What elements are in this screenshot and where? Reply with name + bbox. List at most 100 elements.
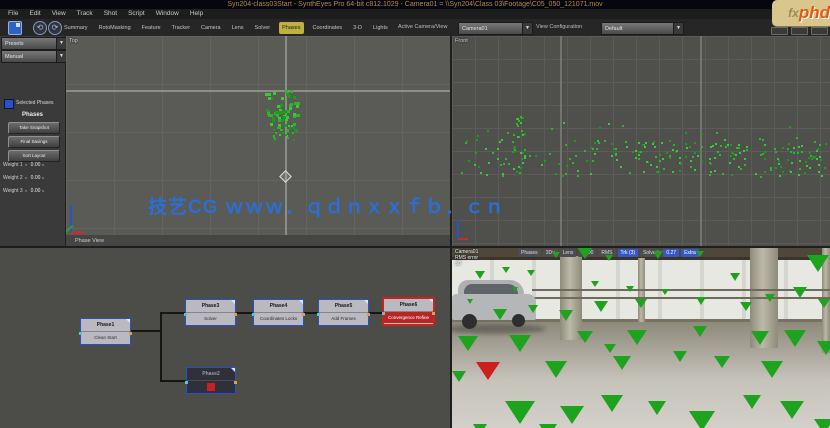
spin-right-icon[interactable]: ▸ [42,162,44,167]
weight-value[interactable]: 0.00 [31,175,41,181]
tracker-triangle-green[interactable] [627,330,647,345]
tracker-triangle-green[interactable] [552,252,560,258]
tab-lights[interactable]: Lights [371,23,390,33]
tracker-triangle-green[interactable] [807,255,829,272]
tab-phases[interactable]: Phases [279,22,303,34]
badge-button[interactable] [791,27,808,35]
tracker-triangle-green[interactable] [577,331,593,343]
tracker-triangle-green[interactable] [559,310,573,321]
hud-button-lens[interactable]: Lens [560,249,577,257]
tracker-triangle-red[interactable] [476,362,500,380]
tracker-triangle-green[interactable] [539,424,557,428]
tracker-triangle-green[interactable] [689,411,715,428]
tracker-triangle-green[interactable] [673,351,687,362]
tracker-triangle-green[interactable] [714,356,730,368]
tracker-triangle-green[interactable] [743,395,761,409]
final-savings-button[interactable]: Final Savings [8,136,60,148]
tab-lens[interactable]: Lens [230,23,246,33]
tab-3-d[interactable]: 3-D [351,23,364,33]
hud-button-trk-3[interactable]: Trk (3) [618,249,639,257]
menu-help[interactable]: Help [190,9,203,19]
tracker-triangle-green[interactable] [613,356,631,370]
tracker-triangle-green[interactable] [512,287,518,292]
spin-left-icon[interactable]: ◂ [25,162,27,167]
tracker-triangle-green[interactable] [577,247,593,259]
take-snapshot-button[interactable]: Take Snapshot [8,122,60,134]
hud-button-phases[interactable]: Phases [518,249,541,257]
tracker-triangle-green[interactable] [818,299,830,308]
preset-dropdown[interactable]: Presets ▼ [1,37,67,50]
viewport-front[interactable]: Front [452,36,830,247]
tracker-triangle-green[interactable] [560,406,584,424]
tracker-triangle-green[interactable] [696,251,704,257]
tracker-triangle-green[interactable] [502,267,510,273]
phase-node-phase5[interactable]: Phase5Add Frames [318,299,369,326]
selected-phases-checkbox[interactable] [4,99,14,109]
spin-left-icon[interactable]: ◂ [25,188,27,193]
tracker-triangle-green[interactable] [817,341,830,355]
tracker-triangle-green[interactable] [661,289,669,295]
tab-camera[interactable]: Camera [199,23,223,33]
menu-window[interactable]: Window [156,9,179,19]
tracker-triangle-green[interactable] [635,299,647,308]
tab-coordinates[interactable]: Coordinates [311,23,345,33]
phase-node-phase3[interactable]: Phase3Solver [185,299,236,326]
phase-node-phase1[interactable]: Phase1Clean Start [80,318,131,345]
badge-button[interactable] [771,27,788,35]
menu-file[interactable]: File [8,9,18,19]
menu-shot[interactable]: Shot [104,9,117,19]
redo-icon[interactable]: ⟳ [48,21,62,35]
menu-edit[interactable]: Edit [29,9,40,19]
menu-view[interactable]: View [52,9,66,19]
tracker-triangle-green[interactable] [626,286,634,292]
tracker-triangle-green[interactable] [751,331,769,345]
active-camera-dropdown[interactable]: Camera01 ▼ [458,22,533,35]
spin-left-icon[interactable]: ◂ [25,175,27,180]
tab-rotomasking[interactable]: RotoMasking [97,23,133,33]
tab-feature[interactable]: Feature [140,23,163,33]
view-config-dropdown[interactable]: Default ▼ [601,22,684,35]
tab-tracker[interactable]: Tracker [170,23,192,33]
undo-icon[interactable]: ⟲ [33,21,47,35]
hud-button-0-27[interactable]: 0.27 [663,249,679,257]
tracker-triangle-green[interactable] [505,401,535,424]
tracker-triangle-green[interactable] [545,361,567,378]
new-scene-icon[interactable] [8,21,22,35]
mode-dropdown[interactable]: Manual ▼ [1,50,67,63]
tracker-triangle-green[interactable] [594,301,608,312]
tab-summary[interactable]: Summary [62,23,90,33]
phase-node-phase2[interactable]: Phase2 [186,367,236,394]
spin-right-icon[interactable]: ▸ [42,175,44,180]
tracker-triangle-green[interactable] [591,281,599,287]
tracker-triangle-green[interactable] [452,371,466,382]
spin-right-icon[interactable]: ▸ [42,188,44,193]
tracker-triangle-green[interactable] [475,271,485,279]
tracker-triangle-green[interactable] [509,335,531,352]
weight-value[interactable]: 0.00 [31,188,41,194]
tracker-triangle-green[interactable] [814,419,830,428]
tracker-triangle-green[interactable] [528,305,538,313]
tracker-triangle-green[interactable] [527,270,535,276]
tracker-triangle-green[interactable] [765,294,775,302]
tracker-triangle-green[interactable] [784,330,806,347]
menu-track[interactable]: Track [77,9,93,19]
phase-node-graph[interactable]: Phase1Clean Start Phase3Solver Phase4Coord… [0,247,450,428]
tracker-triangle-green[interactable] [793,287,807,298]
menu-script[interactable]: Script [128,9,145,19]
tracker-triangle-green[interactable] [761,361,783,378]
tracker-triangle-green[interactable] [605,255,613,261]
tab-solver[interactable]: Solver [253,23,273,33]
tracker-triangle-green[interactable] [740,302,752,311]
tracker-triangle-green[interactable] [601,395,623,412]
tracker-triangle-green[interactable] [780,401,804,419]
phase-node-phase6[interactable]: Phase6Convergence Refine [382,297,435,326]
horizontal-splitter[interactable] [0,246,830,248]
tracker-triangle-green[interactable] [604,344,616,353]
tracker-triangle-green[interactable] [467,299,473,304]
phase-node-phase4[interactable]: Phase4Coordinates Locks [253,299,304,326]
tracker-triangle-green[interactable] [730,273,740,281]
weight-value[interactable]: 0.00 [31,162,41,168]
tracker-triangle-green[interactable] [493,309,507,320]
badge-button[interactable] [811,27,828,35]
tracker-triangle-green[interactable] [458,336,478,351]
